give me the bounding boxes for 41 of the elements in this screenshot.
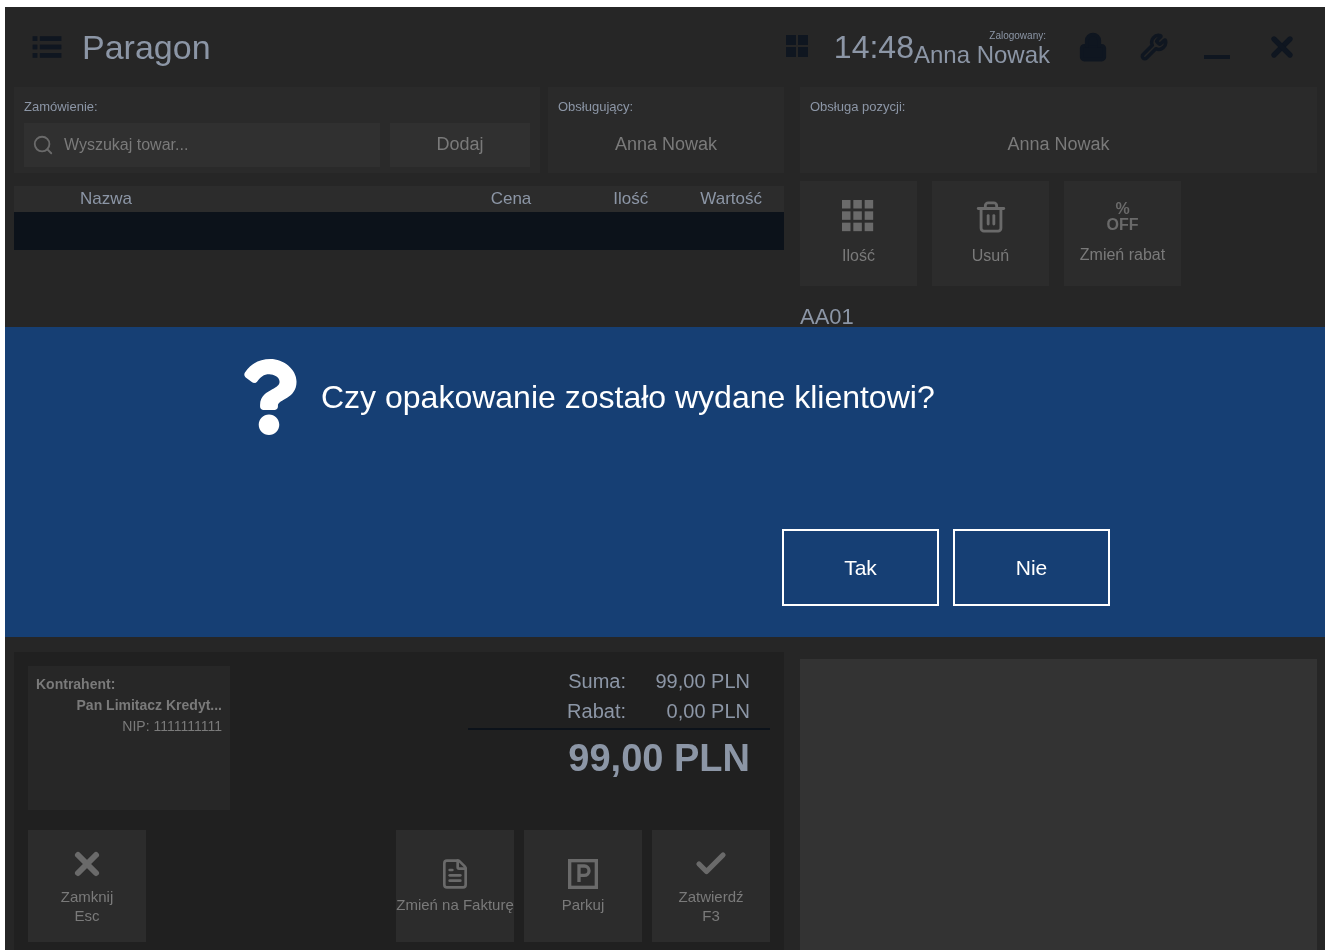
table-row[interactable] bbox=[14, 212, 784, 250]
window-title: Paragon bbox=[82, 26, 211, 68]
lock-icon[interactable] bbox=[1078, 32, 1108, 62]
dialog-message: Czy opakowanie zostało wydane klientowi? bbox=[321, 378, 935, 417]
cashier-label: Obsługujący: bbox=[558, 98, 635, 116]
column-header: Ilość bbox=[613, 188, 649, 211]
dialog-button[interactable]: Nie bbox=[953, 529, 1110, 606]
item-action-button[interactable]: Usuń bbox=[932, 181, 1049, 286]
clock-time: 14:48 bbox=[833, 28, 914, 67]
user-name: Anna Nowak bbox=[913, 42, 1050, 67]
item-action-button[interactable]: Ilość bbox=[800, 181, 917, 286]
footer-action-button[interactable]: Zamknij Esc bbox=[28, 830, 146, 942]
column-header: Cena bbox=[490, 188, 532, 211]
footer-action-button[interactable]: Zmień na Fakturę bbox=[396, 830, 514, 942]
item-action-button[interactable]: % OFF Zmień rabat bbox=[1064, 181, 1181, 286]
search-icon bbox=[32, 133, 54, 156]
parking-icon bbox=[567, 857, 599, 890]
column-header: Wartość bbox=[700, 188, 762, 211]
customer-name: Pan Limitacz Kredyt... bbox=[76, 696, 222, 715]
total-amount: 99,00 PLN bbox=[568, 736, 751, 781]
discount-value: 0,00 PLN bbox=[665, 699, 750, 724]
tools-icon[interactable] bbox=[1140, 33, 1168, 61]
discount-label: Rabat: bbox=[567, 699, 626, 724]
grid-icon bbox=[841, 199, 876, 234]
percent-off-icon: % OFF bbox=[1106, 200, 1139, 233]
order-label: Zamówienie: bbox=[24, 98, 99, 116]
item-handling-label: Obsługa pozycji: bbox=[810, 98, 907, 116]
sum-label: Suma: bbox=[568, 669, 626, 694]
cashier-name: Anna Nowak bbox=[613, 132, 719, 156]
item-code: AA01 bbox=[800, 303, 855, 331]
column-header: Nazwa bbox=[80, 188, 132, 211]
footer-action-button[interactable]: Parkuj bbox=[524, 830, 642, 942]
add-button[interactable]: Dodaj bbox=[390, 122, 530, 167]
customer-label: Kontrahent: bbox=[36, 675, 116, 694]
dialog-button[interactable]: Tak bbox=[782, 529, 939, 606]
logged-in-label: Zalogowany: bbox=[989, 28, 1046, 43]
sum-value: 99,00 PLN bbox=[654, 669, 750, 694]
footer-action-button[interactable]: Zatwierdź F3 bbox=[652, 830, 770, 942]
search-field[interactable]: Wyszukaj towar... bbox=[24, 122, 380, 167]
customer-nip: NIP: 1111111111 bbox=[122, 717, 222, 736]
item-handling-name: Anna Nowak bbox=[1006, 132, 1111, 156]
